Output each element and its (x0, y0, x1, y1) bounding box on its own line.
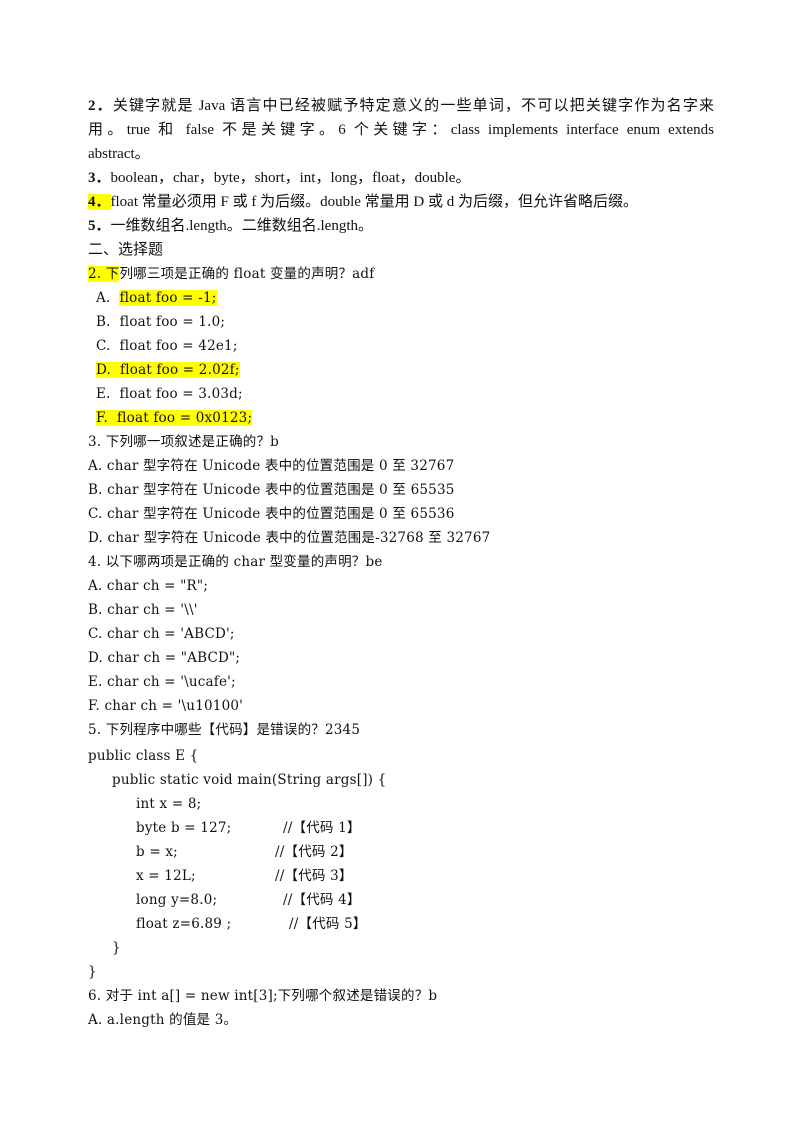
q3-option-b: B. char 型字符在 Unicode 表中的位置范围是 0 至 65535 (88, 482, 455, 498)
option-label: B. (96, 314, 111, 330)
q2-number-highlighted: 2. 下 (88, 266, 120, 282)
item-text: 关键字就是 Java 语言中已经被赋予特定意义的一些单词，不可以把关键字作为名字… (112, 98, 714, 114)
code-statement: int x = 8; (136, 794, 201, 814)
q4-option-e: E. char ch = '\ucafe'; (88, 674, 236, 690)
item-4: 4．float 常量必须用 F 或 f 为后缀。double 常量用 D 或 d… (88, 192, 638, 212)
option-code: float foo = 0x0123; (116, 410, 253, 426)
option-label: F. (96, 410, 108, 426)
code-statement: byte b = 127; //【代码 1】 (136, 818, 360, 838)
option-label: E. (96, 386, 111, 402)
item-3: 3．boolean，char，byte，short，int，long，float… (88, 168, 470, 188)
option-label: C. (96, 338, 111, 354)
q4-option-a: A. char ch = "R"; (88, 578, 209, 594)
q3-option-c: C. char 型字符在 Unicode 表中的位置范围是 0 至 65536 (88, 506, 455, 522)
q2-question-text: 列哪三项是正确的 float 变量的声明？adf (119, 266, 375, 282)
code-text: float z=6.89 ; (136, 916, 232, 932)
code-main-line: public static void main(String args[]) { (112, 772, 387, 788)
q2-option-c: C. float foo = 42e1; (96, 336, 238, 356)
item-number: 2． (88, 98, 113, 114)
code-statement: long y=8.0; //【代码 4】 (136, 890, 360, 910)
q2-option-d: D. float foo = 2.02f; (96, 360, 240, 380)
option-code: float foo = 2.02f; (120, 362, 240, 378)
q3-option-d: D. char 型字符在 Unicode 表中的位置范围是-32768 至 32… (88, 530, 491, 546)
code-statement: x = 12L; //【代码 3】 (136, 866, 352, 886)
code-text: x = 12L; (136, 868, 196, 884)
section-heading: 二、选择题 (88, 242, 164, 258)
code-text: long y=8.0; (136, 892, 218, 908)
q2-question: 2. 下列哪三项是正确的 float 变量的声明？adf (88, 264, 374, 284)
item-2-line-3: abstract。 (88, 146, 150, 162)
option-label: A. (96, 290, 111, 306)
q5-question: 5. 下列程序中哪些【代码】是错误的？2345 (88, 722, 361, 738)
option-code: float foo = 3.03d; (119, 386, 243, 402)
q3-question: 3. 下列哪一项叙述是正确的？b (88, 434, 280, 450)
q4-option-c: C. char ch = 'ABCD'; (88, 626, 235, 642)
code-comment: //【代码 4】 (283, 892, 361, 908)
q2-option-e: E. float foo = 3.03d; (96, 384, 243, 404)
q2-option-f: F. float foo = 0x0123; (96, 408, 253, 428)
code-text: byte b = 127; (136, 820, 232, 836)
code-comment: //【代码 2】 (275, 844, 353, 860)
item-number: 5． (88, 218, 111, 234)
q6-question: 6. 对于 int a[] = new int[3];下列哪个叙述是错误的？b (88, 988, 438, 1004)
item-2-line-2: 用。true 和 false 不是关键字。6 个关键字：class implem… (88, 122, 714, 138)
item-2-line-1: 2．关键字就是 Java 语言中已经被赋予特定意义的一些单词，不可以把关键字作为… (88, 96, 714, 116)
option-label: D. (96, 362, 112, 378)
code-comment: //【代码 5】 (289, 916, 367, 932)
q3-option-a: A. char 型字符在 Unicode 表中的位置范围是 0 至 32767 (88, 458, 455, 474)
q6-option-a: A. a.length 的值是 3。 (88, 1012, 238, 1028)
item-text: 一维数组名.length。二维数组名.length。 (110, 218, 374, 234)
item-number: 3． (88, 170, 111, 186)
code-statement: b = x; //【代码 2】 (136, 842, 352, 862)
q4-option-f: F. char ch = '\u10100' (88, 698, 244, 714)
item-text: float 常量必须用 F 或 f 为后缀。double 常量用 D 或 d 为… (110, 194, 639, 210)
q2-option-a: A. float foo = -1; (96, 288, 217, 308)
q4-option-b: B. char ch = '\\' (88, 602, 198, 618)
option-code: float foo = 1.0; (119, 314, 226, 330)
code-text: b = x; (136, 844, 178, 860)
code-statement: float z=6.89 ; //【代码 5】 (136, 914, 366, 934)
code-comment: //【代码 1】 (283, 820, 361, 836)
code-inner-close: } (112, 940, 121, 956)
item-number-highlighted: 4． (88, 194, 111, 210)
option-code: float foo = 42e1; (119, 338, 238, 354)
item-text: boolean，char，byte，short，int，long，float，d… (110, 170, 471, 186)
code-text: int x = 8; (136, 796, 202, 812)
q2-option-b: B. float foo = 1.0; (96, 312, 225, 332)
q4-question: 4. 以下哪两项是正确的 char 型变量的声明？be (88, 554, 383, 570)
item-5: 5．一维数组名.length。二维数组名.length。 (88, 216, 373, 236)
code-outer-close: } (88, 964, 97, 980)
option-code: float foo = -1; (119, 290, 217, 306)
code-comment: //【代码 3】 (275, 868, 353, 884)
q4-option-d: D. char ch = "ABCD"; (88, 650, 241, 666)
code-class-line: public class E { (88, 748, 199, 764)
